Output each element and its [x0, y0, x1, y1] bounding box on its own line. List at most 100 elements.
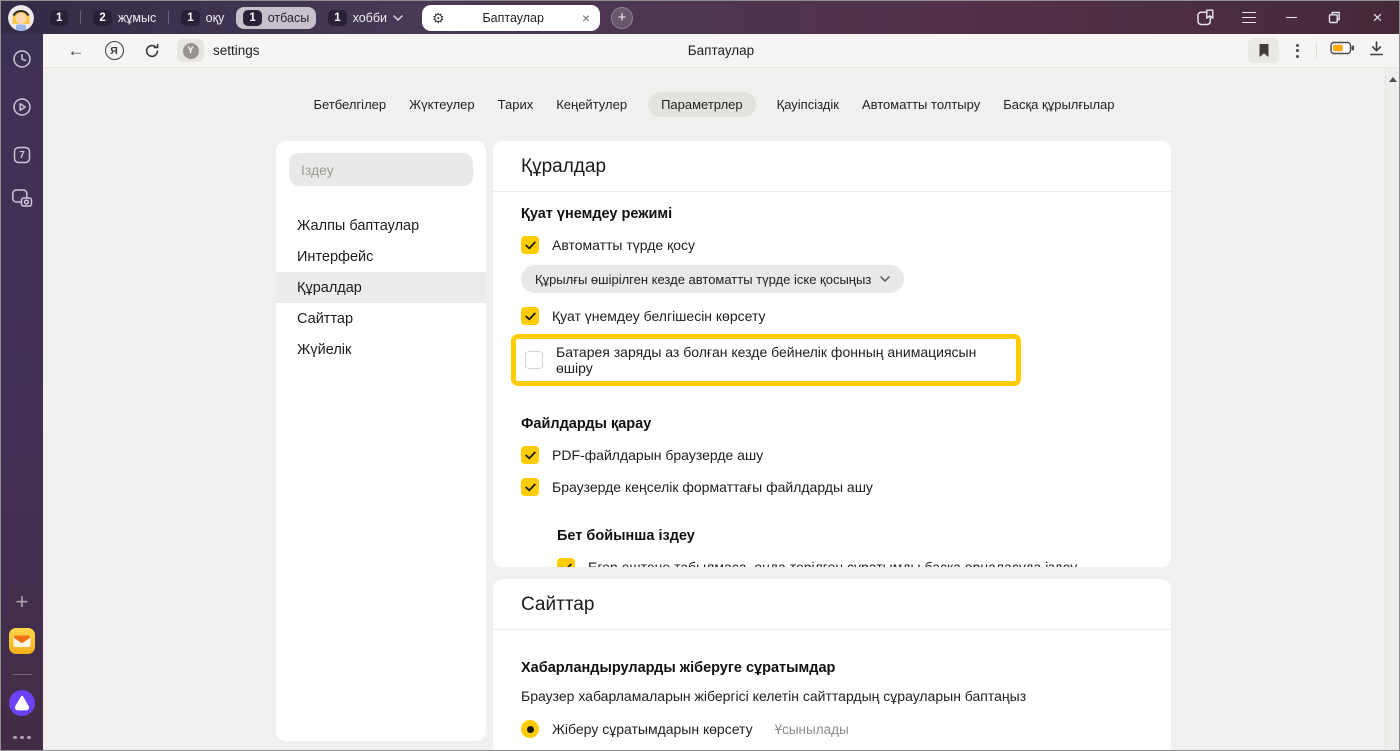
battery-animation-row-highlighted[interactable]: Батарея заряды аз болған кезде бейнелік …: [511, 334, 1021, 386]
nav-tab-downloads[interactable]: Жүктеулер: [407, 92, 477, 117]
side-panels-button[interactable]: [1184, 1, 1227, 34]
checkbox[interactable]: [521, 236, 539, 254]
sidebar-item-tools[interactable]: Құралдар: [276, 272, 486, 303]
tab-group[interactable]: 2 жұмыс: [86, 7, 163, 29]
settings-nav-tabs: Бетбелгілер Жүктеулер Тарих Кеңейтулер П…: [43, 92, 1385, 117]
alice-icon[interactable]: [9, 690, 35, 721]
power-saving-heading: Қуат үнемдеу режимі: [521, 206, 1143, 222]
nav-tab-history[interactable]: Тарих: [496, 92, 536, 117]
mail-icon[interactable]: [9, 628, 35, 659]
close-window-button[interactable]: ×: [1356, 1, 1399, 34]
address-bar: ← Я Y Баптаулар: [43, 34, 1399, 68]
back-button[interactable]: ←: [57, 41, 95, 61]
tabs-counter-icon[interactable]: 7: [12, 145, 32, 165]
nav-tab-bookmarks[interactable]: Бетбелгілер: [311, 92, 388, 117]
radio-label: Жіберу сұратымдарын көрсету: [552, 721, 753, 737]
section-title: Құралдар: [493, 141, 1171, 192]
file-viewing-heading: Файлдарды қарау: [521, 416, 1143, 432]
add-panel-icon[interactable]: +: [16, 591, 29, 613]
recommended-badge: Ұсынылады: [775, 722, 849, 737]
group-label: жұмыс: [118, 11, 156, 25]
checkbox[interactable]: [521, 478, 539, 496]
group-separator: [168, 11, 169, 24]
tab-group[interactable]: 1 оқу: [174, 7, 231, 29]
group-count-badge: 1: [181, 10, 199, 26]
auto-enable-row[interactable]: Автоматты түрде қосу: [521, 236, 1143, 254]
battery-icon[interactable]: [1330, 41, 1355, 60]
profile-avatar-icon[interactable]: [8, 5, 34, 31]
tab-groups: 1 2 жұмыс 1 оқу 1 отбасы 1 хобби: [43, 7, 410, 29]
nav-tab-extensions[interactable]: Кеңейтулер: [554, 92, 629, 117]
download-icon[interactable]: [1368, 40, 1385, 62]
nav-tab-settings[interactable]: Параметрлер: [648, 92, 756, 117]
window-controls: ×: [1184, 1, 1399, 34]
browser-side-strip: 7 +: [1, 34, 43, 751]
group-label: оқу: [206, 11, 225, 25]
kebab-menu-button[interactable]: [1292, 44, 1303, 58]
gear-icon: ⚙: [432, 11, 445, 25]
pdf-row[interactable]: PDF-файлдарын браузерде ашу: [521, 446, 1143, 464]
scroll-up-arrow-icon[interactable]: [1389, 77, 1397, 82]
group-label: отбасы: [268, 11, 309, 25]
sidebar-item-sites[interactable]: Сайттар: [276, 303, 486, 334]
url-input[interactable]: [213, 43, 473, 58]
office-files-row[interactable]: Браузерде кеңселік форматтағы файлдарды …: [521, 478, 1143, 496]
dropdown-label: Құрылғы өшірілген кезде автоматты түрде …: [535, 272, 871, 287]
sidebar-item-interface[interactable]: Интерфейс: [276, 241, 486, 272]
group-count-badge: 1: [328, 10, 346, 26]
checkbox[interactable]: [525, 351, 543, 369]
settings-page: Бетбелгілер Жүктеулер Тарих Кеңейтулер П…: [43, 68, 1399, 751]
tab-counter-value: 7: [19, 150, 25, 161]
notifications-heading: Хабарландыруларды жіберуге сұратымдар: [521, 660, 1143, 676]
yandex-logo-icon[interactable]: Я: [95, 41, 133, 60]
checkbox-label: Автоматты түрде қосу: [552, 237, 695, 253]
toolbar-divider: [1316, 43, 1317, 59]
search-fallback-row[interactable]: Егер ештеңе табылмаса, онда терілген сұр…: [557, 558, 1143, 567]
nav-tab-autofill[interactable]: Автоматты толтыру: [860, 92, 982, 117]
checkbox[interactable]: [557, 558, 575, 567]
nav-tab-security[interactable]: Қауіпсіздік: [775, 92, 841, 117]
new-tab-button[interactable]: +: [611, 7, 633, 29]
menu-icon[interactable]: [1227, 1, 1270, 34]
checkbox[interactable]: [521, 446, 539, 464]
strip-divider: [12, 674, 32, 675]
checkbox-label: PDF-файлдарын браузерде ашу: [552, 447, 763, 463]
search-input[interactable]: [301, 162, 461, 178]
show-icon-row[interactable]: Қуат үнемдеу белгішесін көрсету: [521, 307, 1143, 325]
minimize-button[interactable]: [1270, 1, 1313, 34]
group-count-badge: 2: [93, 10, 111, 26]
sidebar-item-system[interactable]: Жүйелік: [276, 334, 486, 365]
browser-window: 1 2 жұмыс 1 оқу 1 отбасы 1 хобби: [0, 0, 1400, 751]
tab-bar: 1 2 жұмыс 1 оқу 1 отбасы 1 хобби: [1, 1, 1399, 34]
active-tab[interactable]: ⚙ Баптаулар ×: [422, 5, 600, 31]
notifications-description: Браузер хабарламаларын жібергісі келетін…: [521, 688, 1143, 704]
settings-sidebar: Жалпы баптаулар Интерфейс Құралдар Сайтт…: [276, 141, 486, 741]
tab-group[interactable]: 1 отбасы: [236, 7, 316, 29]
more-icon[interactable]: [13, 736, 31, 740]
checkbox[interactable]: [521, 307, 539, 325]
tab-close-icon[interactable]: ×: [582, 11, 590, 25]
sidebar-item-general[interactable]: Жалпы баптаулар: [276, 210, 486, 241]
history-icon[interactable]: [12, 49, 32, 74]
sites-section-card: Сайттар Хабарландыруларды жіберуге сұрат…: [493, 579, 1171, 751]
video-icon[interactable]: [12, 97, 32, 122]
section-title: Сайттар: [493, 579, 1171, 630]
tab-group[interactable]: 1 хобби: [321, 7, 410, 29]
power-mode-dropdown[interactable]: Құрылғы өшірілген кезде автоматты түрде …: [521, 265, 904, 293]
group-count-badge: 1: [243, 10, 261, 26]
radio-button[interactable]: [521, 720, 539, 738]
refresh-button[interactable]: [133, 43, 171, 59]
screenshot-icon[interactable]: [11, 188, 33, 213]
settings-search[interactable]: [289, 153, 473, 186]
nav-tab-other-devices[interactable]: Басқа құрылғылар: [1001, 92, 1116, 117]
page-search-heading: Бет бойынша іздеу: [557, 528, 1143, 544]
scrollbar[interactable]: [1385, 68, 1399, 751]
tab-group[interactable]: 1: [43, 7, 75, 29]
checkbox-label: Браузерде кеңселік форматтағы файлдарды …: [552, 479, 873, 495]
show-requests-row[interactable]: Жіберу сұратымдарын көрсету Ұсынылады: [521, 720, 1143, 738]
maximize-button[interactable]: [1313, 1, 1356, 34]
tab-title: Баптаулар: [453, 11, 574, 25]
bookmark-button[interactable]: [1248, 38, 1279, 63]
checkbox-label: Батарея заряды аз болған кезде бейнелік …: [556, 344, 1007, 376]
site-badge-icon[interactable]: Y: [177, 39, 204, 62]
